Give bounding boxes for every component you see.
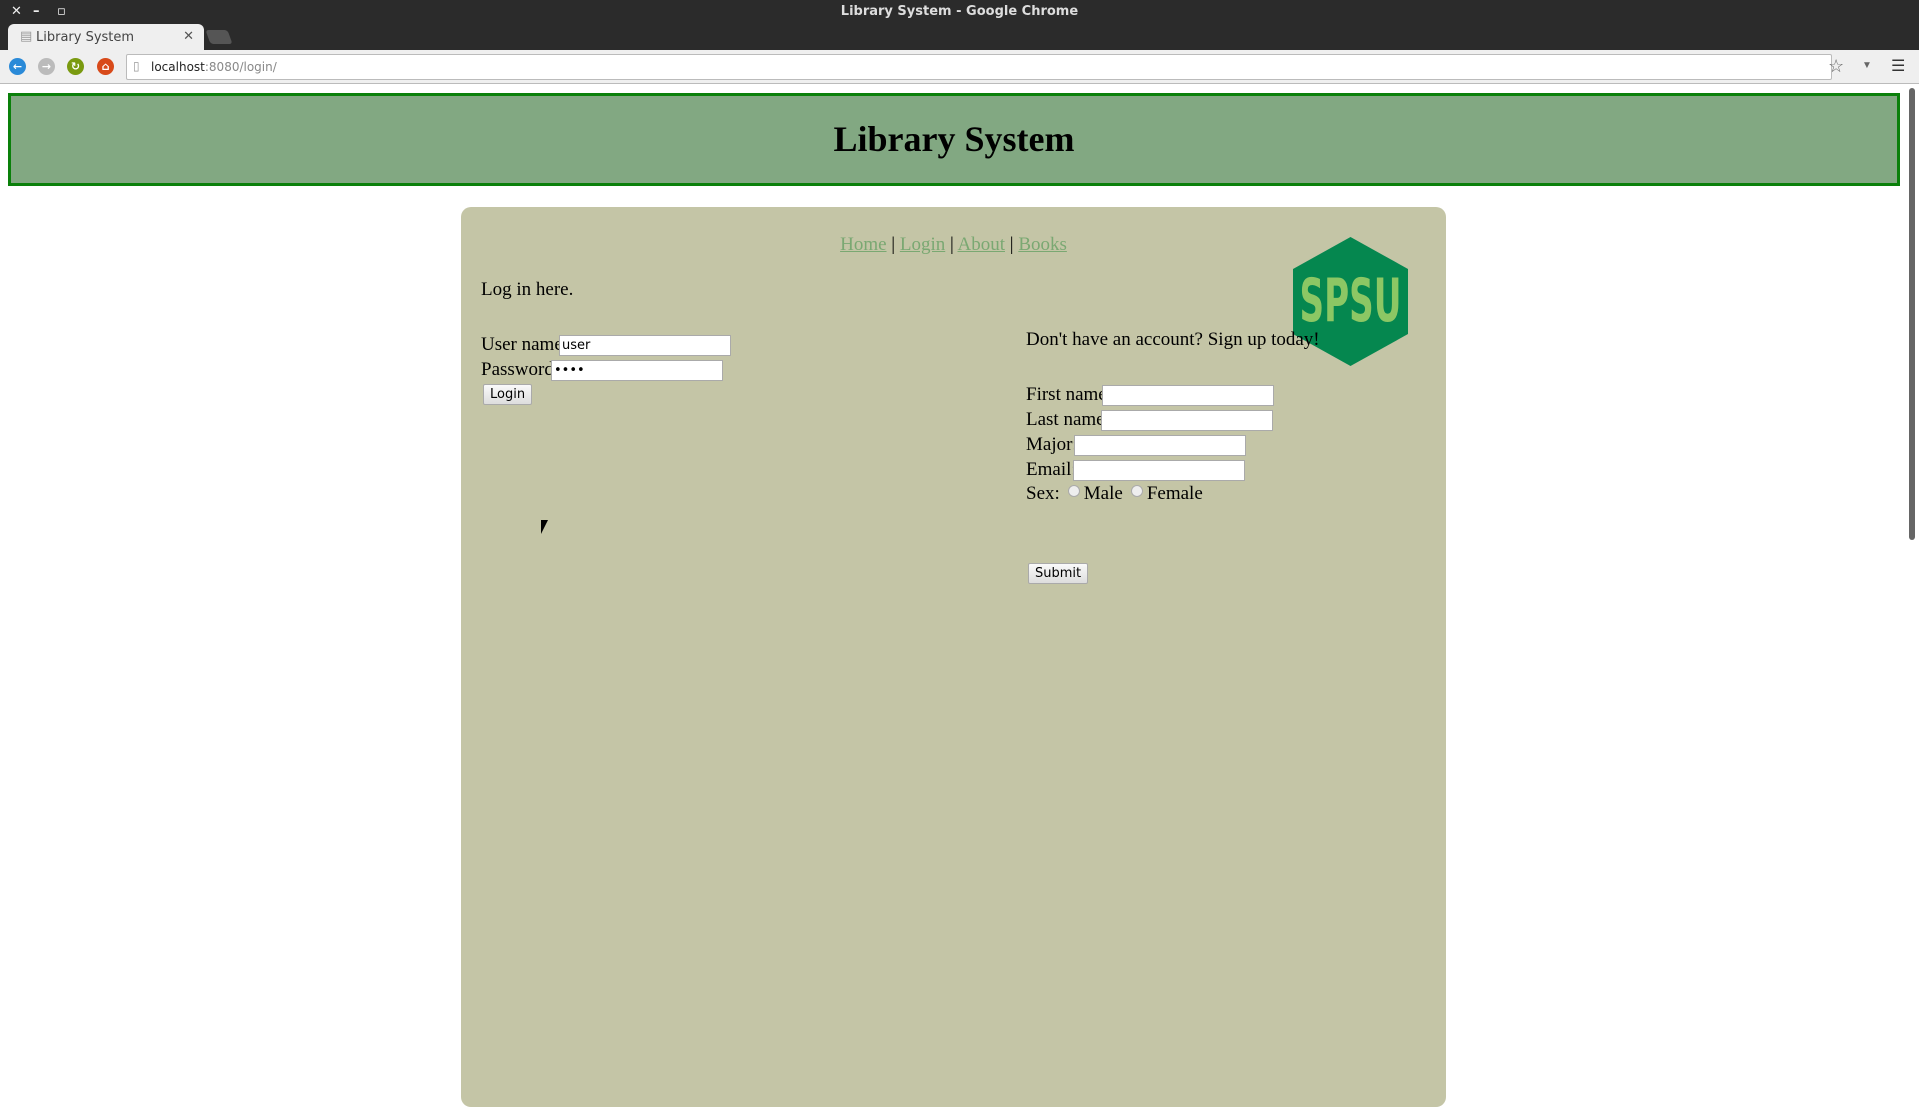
username-input[interactable]	[559, 335, 731, 356]
female-radio[interactable]	[1130, 485, 1143, 497]
logo-text: SPSU	[1300, 266, 1402, 336]
login-button[interactable]: Login	[483, 384, 533, 405]
nav-login[interactable]: Login	[900, 234, 945, 255]
male-label: Male	[1083, 483, 1123, 504]
nav-separator: |	[891, 234, 896, 255]
last-name-input[interactable]	[1101, 410, 1273, 431]
address-bar[interactable]: ▯ localhost:8080/login/	[126, 54, 1832, 80]
menu-icon[interactable]: ☰	[1891, 56, 1905, 76]
content-panel: Home | Login | About | Books SPSU Log in…	[461, 207, 1446, 1107]
url-host: localhost	[151, 60, 205, 74]
sex-label: Sex:	[1026, 483, 1060, 504]
tab-close-icon[interactable]: ✕	[183, 29, 194, 44]
password-label: Password:	[481, 359, 560, 380]
tab-label: Library System	[36, 30, 135, 45]
female-label: Female	[1146, 483, 1203, 504]
reload-icon[interactable]: ↻	[67, 58, 84, 75]
page-icon: ▯	[133, 59, 140, 73]
page-icon: ▤	[20, 29, 33, 44]
window-titlebar: ✕ – ▫ Library System - Google Chrome ▤ L…	[0, 0, 1919, 50]
nav-books[interactable]: Books	[1018, 234, 1067, 255]
page-header: Library System	[8, 93, 1900, 186]
male-radio[interactable]	[1067, 485, 1080, 497]
password-input[interactable]	[551, 360, 723, 381]
browser-tab[interactable]: ▤ Library System ✕	[8, 24, 204, 50]
page-title: Library System	[833, 119, 1075, 159]
last-name-label: Last name:	[1026, 409, 1110, 430]
window-title: Library System - Google Chrome	[840, 4, 1079, 19]
username-label: User name:	[481, 334, 569, 355]
first-name-label: First name:	[1026, 384, 1113, 405]
bookmark-star-icon[interactable]: ☆	[1828, 56, 1844, 77]
dropdown-icon[interactable]: ▼	[1862, 60, 1872, 71]
major-input[interactable]	[1074, 435, 1246, 456]
home-icon[interactable]: ⌂	[97, 58, 114, 75]
browser-toolbar: ← → ↻ ⌂ ▯ localhost:8080/login/ ☆ ▼ ☰	[0, 50, 1919, 84]
url-path: :8080/login/	[204, 60, 277, 74]
login-intro: Log in here.	[481, 279, 574, 300]
back-icon[interactable]: ←	[9, 58, 26, 75]
signup-intro: Don't have an account? Sign up today!	[1026, 329, 1320, 350]
email-label: Email:	[1026, 459, 1077, 480]
nav-about[interactable]: About	[958, 234, 1006, 255]
forward-icon[interactable]: →	[38, 58, 55, 75]
nav-separator: |	[949, 234, 954, 255]
nav-separator: |	[1009, 234, 1014, 255]
first-name-input[interactable]	[1102, 385, 1274, 406]
mouse-cursor-icon	[541, 520, 548, 534]
nav-home[interactable]: Home	[840, 234, 886, 255]
new-tab-button[interactable]	[205, 30, 233, 44]
email-input[interactable]	[1073, 460, 1245, 481]
sex-field: Sex: Male Female	[1026, 483, 1203, 505]
scrollbar[interactable]	[1909, 88, 1915, 540]
submit-button[interactable]: Submit	[1028, 563, 1089, 584]
major-label: Major:	[1026, 434, 1078, 455]
